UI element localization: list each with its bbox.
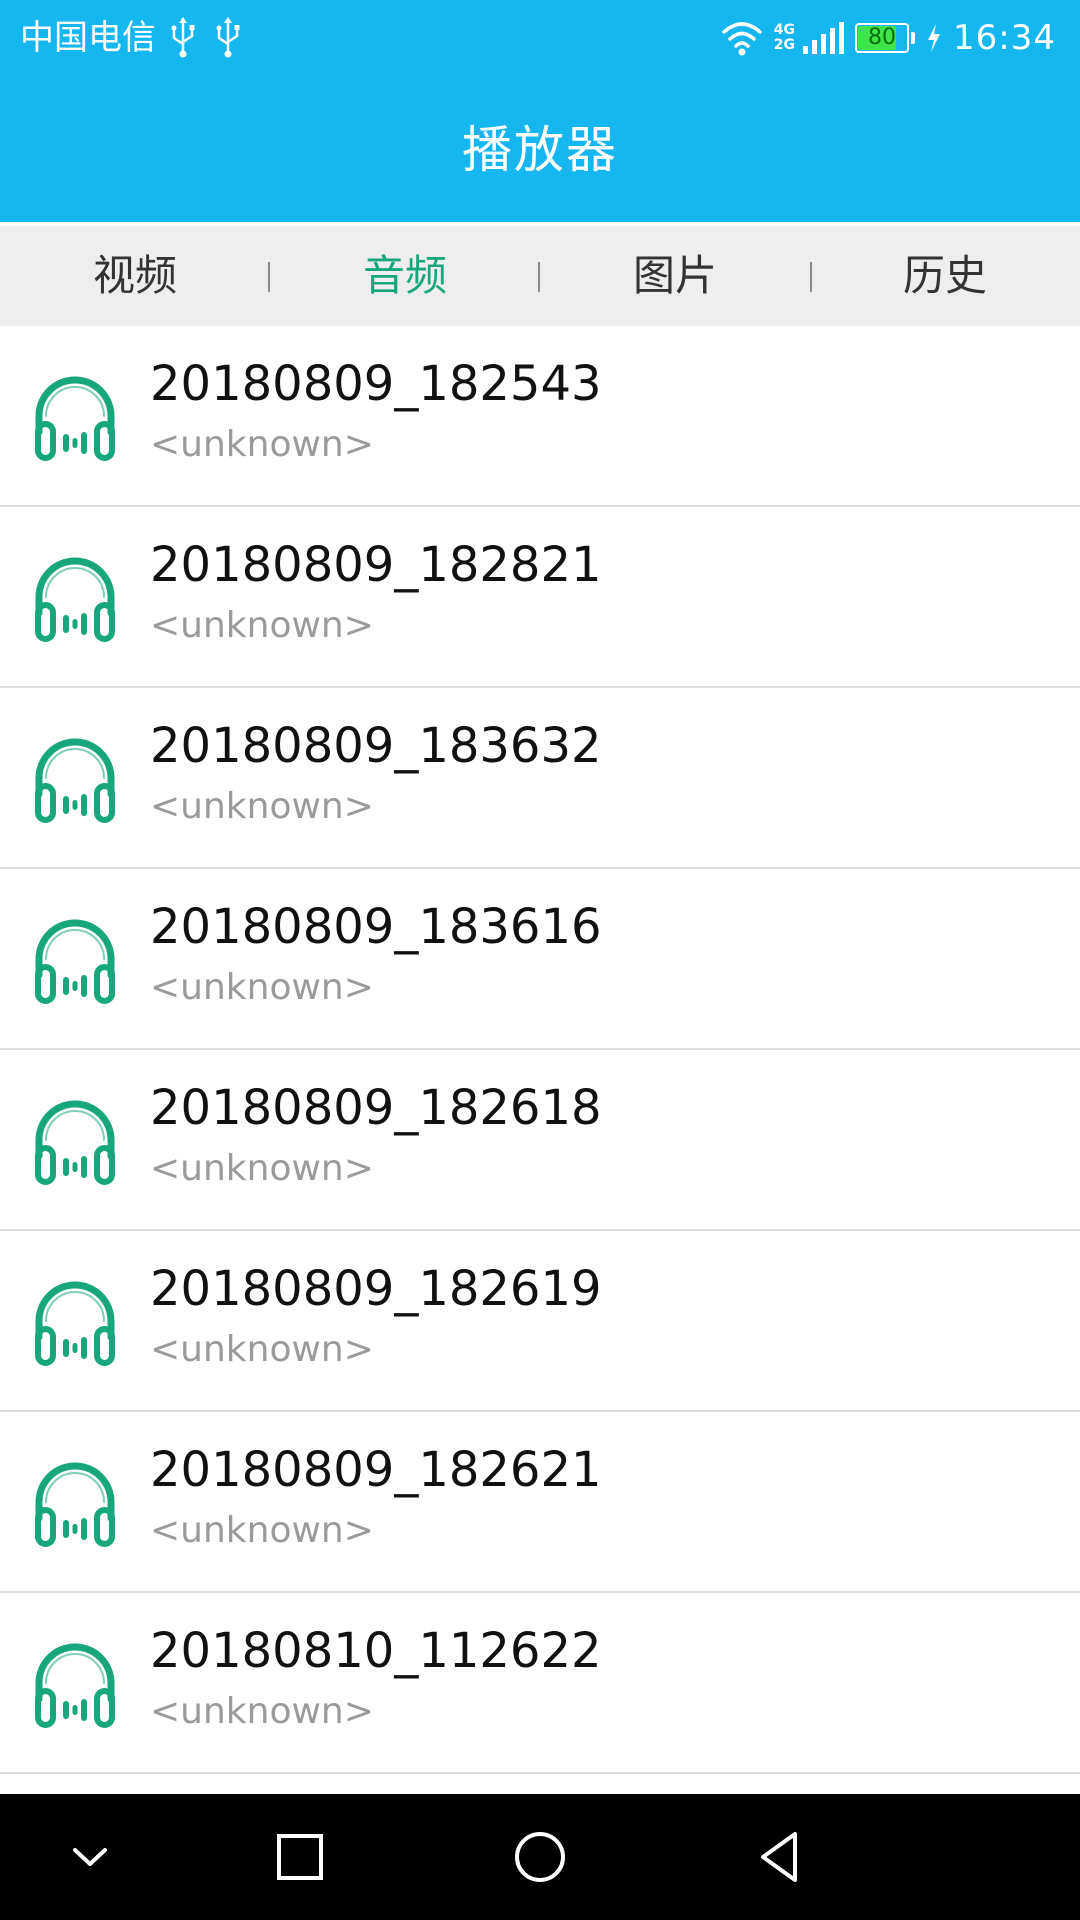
list-item-subtitle: <unknown> [150, 424, 374, 465]
list-item-subtitle: <unknown> [150, 1148, 374, 1189]
list-item-subtitle: <unknown> [150, 1691, 374, 1732]
usb-icon [171, 17, 195, 58]
list-item-title: 20180810_112622 [150, 1623, 602, 1679]
list-item-subtitle: <unknown> [150, 1329, 374, 1370]
tab-bar: 视频 音频 图片 历史 [0, 226, 1080, 326]
headphones-icon [35, 376, 115, 461]
usb-icon [216, 17, 240, 58]
tab-divider [538, 262, 540, 292]
list-item-title: 20180809_182618 [150, 1080, 602, 1136]
navigation-bar [0, 1794, 1080, 1920]
screen: 中国电信 4G 2G 80 16:34 播放器 视频 音频 图片 历史 2018… [0, 0, 1080, 1920]
network-type-bottom: 2G [773, 37, 796, 53]
square-icon[interactable] [265, 1822, 335, 1892]
clock: 16:34 [953, 18, 1056, 58]
list-item-title: 20180809_183632 [150, 718, 602, 774]
page-title: 播放器 [462, 121, 618, 179]
signal-icon [803, 22, 845, 54]
list-item[interactable]: 20180809_183632 <unknown> [0, 688, 1080, 869]
status-indicators: 4G 2G 80 16:34 [720, 12, 1056, 64]
audio-list: 20180809_182543 <unknown> 20180809_182821 <… [0, 326, 1080, 1774]
list-item-title: 20180809_183616 [150, 899, 602, 955]
list-item-subtitle: <unknown> [150, 1510, 374, 1551]
headphones-icon [35, 1281, 115, 1366]
battery-indicator: 80 [855, 23, 910, 53]
list-item[interactable]: 20180809_182619 <unknown> [0, 1231, 1080, 1412]
wifi-icon [722, 22, 762, 56]
list-item-subtitle: <unknown> [150, 967, 374, 1008]
list-item[interactable]: 20180809_182621 <unknown> [0, 1412, 1080, 1593]
list-item-title: 20180809_182821 [150, 537, 602, 593]
charging-icon [928, 24, 941, 52]
tab-pictures[interactable]: 图片 [540, 226, 810, 326]
headphones-icon [35, 738, 115, 823]
list-item-subtitle: <unknown> [150, 605, 374, 646]
list-item[interactable]: 20180809_182821 <unknown> [0, 507, 1080, 688]
network-type-top: 4G [773, 22, 796, 38]
tab-divider [810, 262, 812, 292]
headphones-icon [35, 919, 115, 1004]
status-bar: 中国电信 4G 2G 80 16:34 [0, 0, 1080, 76]
headphones-icon [35, 1100, 115, 1185]
tab-video[interactable]: 视频 [0, 226, 270, 326]
app-header: 播放器 [0, 76, 1080, 222]
tab-audio[interactable]: 音频 [270, 226, 540, 326]
triangle-back-icon[interactable] [745, 1822, 815, 1892]
list-item-subtitle: <unknown> [150, 786, 374, 827]
list-item[interactable]: 20180809_182543 <unknown> [0, 326, 1080, 507]
tab-divider [268, 262, 270, 292]
network-type: 4G 2G [774, 23, 795, 53]
list-item-title: 20180809_182621 [150, 1442, 602, 1498]
headphones-icon [35, 1643, 115, 1728]
battery-tip [911, 32, 916, 44]
headphones-icon [35, 1462, 115, 1547]
carrier-label: 中国电信 [20, 18, 156, 58]
tab-history[interactable]: 历史 [810, 226, 1080, 326]
headphones-icon [35, 557, 115, 642]
circle-icon[interactable] [505, 1822, 575, 1892]
list-item[interactable]: 20180810_112622 <unknown> [0, 1593, 1080, 1774]
list-item[interactable]: 20180809_183616 <unknown> [0, 869, 1080, 1050]
list-item-title: 20180809_182543 [150, 356, 602, 412]
chevron-down-icon[interactable] [55, 1822, 125, 1892]
list-item-title: 20180809_182619 [150, 1261, 602, 1317]
battery-level: 80 [868, 25, 897, 50]
list-item[interactable]: 20180809_182618 <unknown> [0, 1050, 1080, 1231]
